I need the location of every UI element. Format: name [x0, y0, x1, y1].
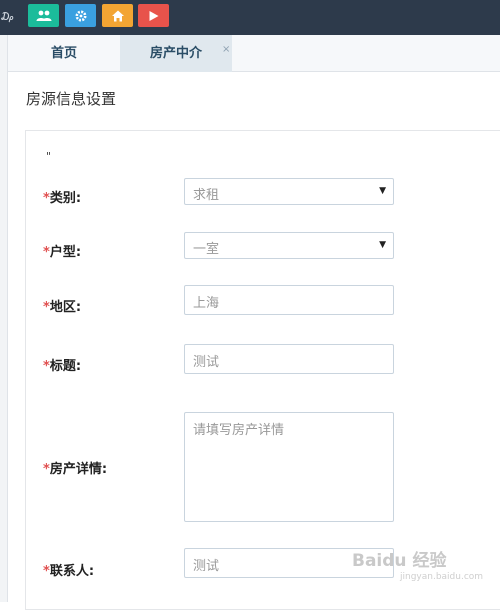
category-select[interactable]: 求租 ▼: [184, 178, 394, 205]
title-label-text: 标题:: [49, 359, 82, 374]
settings-button[interactable]: [65, 4, 96, 27]
title-input-value: 测试: [193, 355, 220, 370]
details-placeholder: 请填写房产详情: [193, 423, 285, 438]
required-mark: *: [43, 564, 50, 579]
toolbar-edge-glyph: ₯: [0, 10, 14, 23]
users-icon: [36, 10, 51, 21]
required-mark: *: [43, 359, 50, 374]
tab-home[interactable]: 首页: [8, 35, 120, 72]
home-icon: [111, 10, 124, 21]
baidu-watermark: Baidu 经验 jingyan.baidu.com: [352, 546, 492, 592]
watermark-text: Baidu 经验: [352, 551, 447, 571]
details-label: *房产详情:: [43, 458, 107, 477]
watermark-subtext: jingyan.baidu.com: [400, 572, 484, 582]
tab-close-icon[interactable]: ×: [222, 44, 230, 55]
required-mark: *: [43, 462, 50, 477]
page-title: 房源信息设置: [26, 90, 117, 108]
play-icon: [149, 10, 158, 21]
category-label-text: 类别:: [49, 191, 82, 206]
title-label: *标题:: [43, 355, 81, 374]
region-input-value: 上海: [193, 296, 220, 311]
gear-icon: [75, 10, 86, 21]
tab-bar: 首页 房产中介 ×: [8, 35, 500, 72]
layout-select-value: 一室: [193, 242, 220, 257]
layout-label-text: 户型:: [49, 245, 82, 260]
layout-select[interactable]: 一室 ▼: [184, 232, 394, 259]
region-label: *地区:: [43, 296, 81, 315]
category-select-value: 求租: [193, 188, 220, 203]
contact-label-text: 联系人:: [49, 564, 95, 579]
contact-input-value: 测试: [193, 559, 220, 574]
stray-quote-mark: ": [46, 150, 52, 163]
home-button[interactable]: [102, 4, 133, 27]
required-mark: *: [43, 300, 50, 315]
tab-real-estate-agency[interactable]: 房产中介: [120, 35, 232, 72]
category-label: *类别:: [43, 187, 81, 206]
play-button[interactable]: [138, 4, 169, 27]
title-input[interactable]: 测试: [184, 344, 394, 374]
contact-label: *联系人:: [43, 560, 94, 579]
users-button[interactable]: [28, 4, 59, 27]
required-mark: *: [43, 245, 50, 260]
dropdown-arrow-icon: ▼: [379, 186, 386, 196]
sidebar-edge: [0, 35, 8, 602]
dropdown-arrow-icon: ▼: [379, 240, 386, 250]
details-textarea[interactable]: 请填写房产详情: [184, 412, 394, 522]
region-input[interactable]: 上海: [184, 285, 394, 315]
region-label-text: 地区:: [49, 300, 82, 315]
top-toolbar: ₯: [0, 0, 500, 35]
required-mark: *: [43, 191, 50, 206]
details-label-text: 房产详情:: [49, 462, 108, 477]
layout-label: *户型:: [43, 241, 81, 260]
